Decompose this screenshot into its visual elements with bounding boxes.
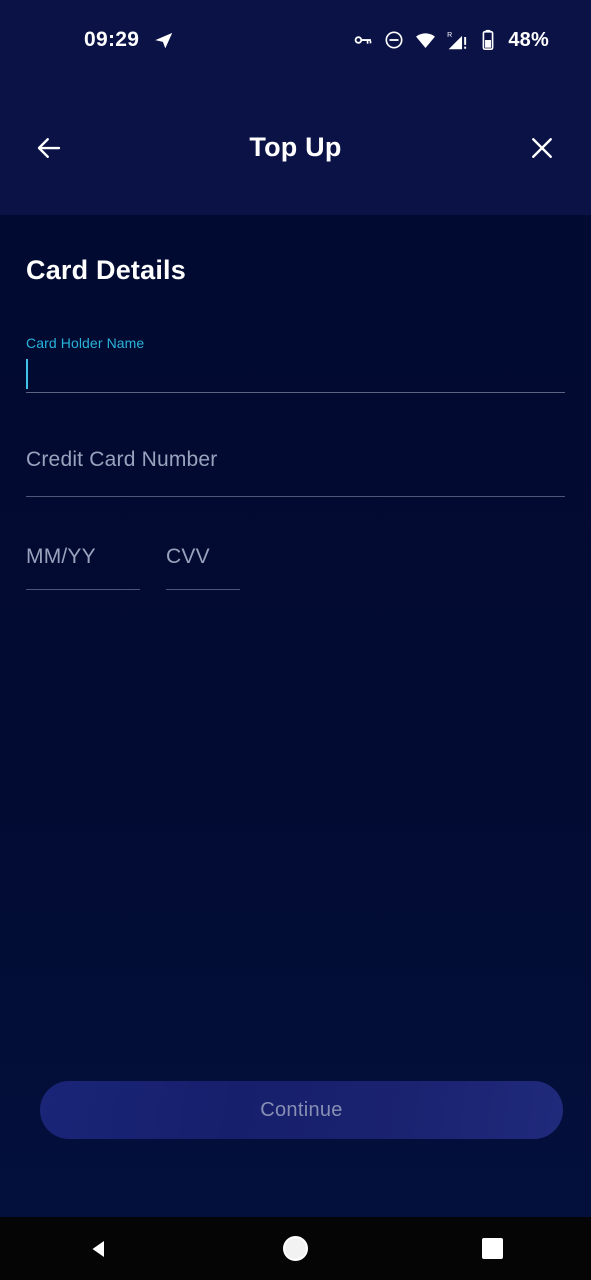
vpn-key-icon — [353, 30, 373, 50]
field-card-holder-name[interactable]: Card Holder Name — [26, 335, 565, 393]
page-title: Card Details — [26, 255, 186, 285]
credit-card-number-placeholder: Credit Card Number — [26, 448, 218, 471]
credit-card-number-input[interactable]: Credit Card Number — [26, 448, 565, 496]
app-header: Top Up — [0, 80, 591, 215]
cvv-placeholder: CVV — [166, 545, 210, 568]
card-holder-name-label: Card Holder Name — [26, 335, 145, 351]
back-button[interactable] — [26, 125, 72, 171]
field-underline — [26, 496, 565, 497]
close-button[interactable] — [519, 125, 565, 171]
nav-home-button[interactable] — [251, 1217, 341, 1280]
field-credit-card-number[interactable]: Credit Card Number — [26, 448, 565, 497]
status-bar-right: R 48% — [353, 29, 549, 52]
field-underline — [26, 392, 565, 393]
field-underline — [166, 589, 240, 590]
triangle-back-icon — [87, 1237, 111, 1261]
square-recents-icon — [482, 1238, 503, 1259]
form-content: Card Details Card Holder Name Credit Car… — [0, 215, 591, 1217]
expiry-cvv-row: MM/YY CVV — [26, 545, 565, 590]
close-icon — [527, 133, 557, 163]
battery-icon — [481, 29, 495, 51]
arrow-left-icon — [34, 133, 64, 163]
wifi-icon — [415, 30, 436, 51]
footer-actions: Continue — [40, 1081, 563, 1139]
field-expiry-date[interactable]: MM/YY — [26, 545, 140, 590]
status-bar: 09:29 R 48% — [0, 0, 591, 80]
continue-button[interactable]: Continue — [40, 1081, 563, 1139]
nav-back-button[interactable] — [54, 1217, 144, 1280]
nav-recents-button[interactable] — [448, 1217, 538, 1280]
paper-plane-icon — [153, 29, 175, 51]
circle-home-icon — [283, 1236, 308, 1261]
do-not-disturb-icon — [384, 30, 404, 50]
android-nav-bar — [0, 1217, 591, 1280]
field-cvv[interactable]: CVV — [166, 545, 240, 590]
status-bar-left: 09:29 — [84, 28, 175, 52]
card-holder-name-input[interactable]: Card Holder Name — [26, 335, 565, 392]
expiry-date-placeholder: MM/YY — [26, 545, 96, 568]
expiry-date-input[interactable]: MM/YY — [26, 545, 140, 589]
text-cursor — [26, 359, 28, 389]
svg-text:R: R — [447, 32, 452, 39]
battery-percent-label: 48% — [508, 28, 549, 51]
cellular-roaming-icon: R — [447, 30, 470, 51]
page-header-title: Top Up — [249, 132, 342, 162]
status-bar-clock: 09:29 — [84, 28, 140, 51]
cvv-input[interactable]: CVV — [166, 545, 240, 589]
field-underline — [26, 589, 140, 590]
phone-screen: 09:29 R 48% Top Up Card Details Card Hol… — [0, 0, 591, 1280]
